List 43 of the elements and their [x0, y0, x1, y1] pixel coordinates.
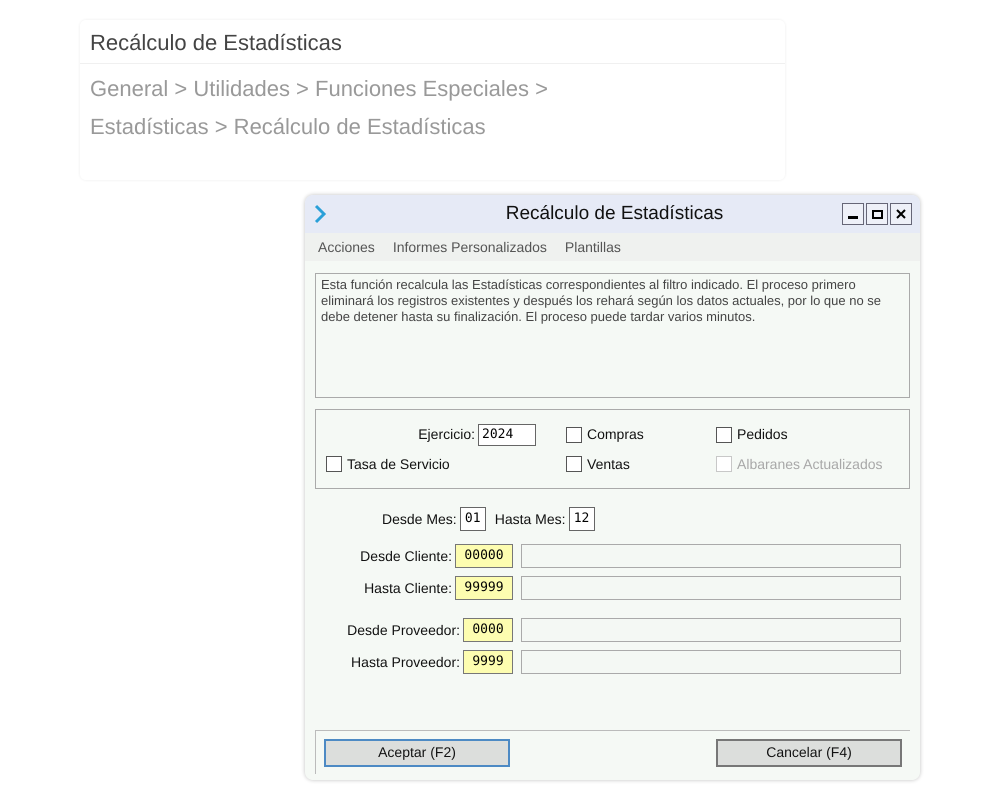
code-field[interactable]: 00000: [455, 544, 513, 568]
field-label: Hasta Cliente:: [363, 578, 453, 598]
field-label: Ejercicio:: [418, 425, 475, 444]
code-field[interactable]: 0000: [463, 618, 513, 642]
checkbox-label: Pedidos: [737, 425, 788, 444]
code-field[interactable]: 9999: [463, 650, 513, 674]
month-field[interactable]: 12: [568, 507, 595, 531]
close-icon: [896, 209, 906, 219]
checkbox[interactable]: [566, 426, 582, 442]
dialog-button[interactable]: Aceptar (F2): [324, 738, 510, 766]
minimize-button[interactable]: [842, 203, 864, 225]
checkbox-label: Tasa de Servicio: [347, 454, 450, 474]
name-field[interactable]: [521, 618, 901, 642]
name-field[interactable]: [521, 576, 901, 600]
field-label: Desde Cliente:: [359, 546, 453, 566]
checkbox[interactable]: [716, 426, 732, 442]
window-title: Recálculo de Estadísticas: [504, 202, 724, 226]
menu-item[interactable]: Acciones: [318, 236, 375, 258]
name-field[interactable]: [521, 544, 901, 568]
checkbox-label: Albaranes Actualizados: [737, 454, 883, 474]
menu-item[interactable]: Plantillas: [564, 236, 621, 258]
page-title: Recálculo de Estadísticas: [80, 20, 785, 64]
field-label: Hasta Mes:: [494, 510, 566, 528]
menu-item[interactable]: Informes Personalizados: [392, 236, 547, 258]
description-box: Esta función recalcula las Estadísticas correspondientes al filtro indicado. El proceso primero eliminará los registros existentes y después los rehará según los datos actuales, por lo que no se debe detener hasta su finalización. El proceso puede tardar varios minutos.: [315, 273, 910, 398]
checkbox[interactable]: [326, 456, 342, 472]
maximize-button[interactable]: [866, 203, 888, 225]
breadcrumb-path: General > Utilidades > Funciones Especiales > Estadísticas > Recálculo de Estadísticas: [89, 75, 549, 141]
name-field[interactable]: [521, 650, 901, 674]
code-field[interactable]: 99999: [455, 576, 513, 600]
maximize-icon: [872, 210, 882, 218]
field-label: Hasta Proveedor:: [350, 652, 461, 672]
chevron-icon: [313, 204, 327, 224]
field-label: Desde Mes:: [382, 510, 457, 528]
checkbox-label: Ventas: [587, 454, 630, 474]
dialog-button[interactable]: Cancelar (F4): [716, 738, 902, 766]
checkbox-label: Compras: [587, 425, 644, 444]
month-field[interactable]: 01: [460, 507, 486, 531]
input-field[interactable]: 2024: [478, 424, 536, 446]
close-button[interactable]: [890, 203, 912, 225]
minimize-icon: [848, 216, 858, 219]
checkbox[interactable]: [566, 456, 582, 472]
field-label: Desde Proveedor:: [346, 620, 461, 640]
